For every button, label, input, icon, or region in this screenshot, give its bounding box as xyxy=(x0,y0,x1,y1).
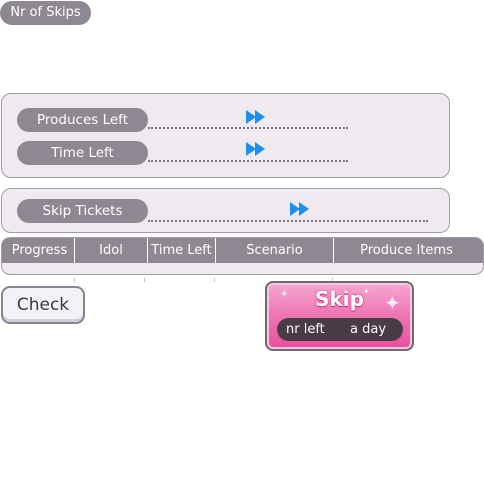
table-header-band xyxy=(2,263,483,274)
column-tick xyxy=(144,278,145,282)
column-scenario: Scenario xyxy=(246,243,303,258)
skip-button-label: Skip xyxy=(315,287,364,311)
column-time-left: Time Left xyxy=(151,243,212,258)
skip-tickets-panel: Skip Tickets xyxy=(1,188,450,233)
nr-of-skips-badge: Nr of Skips xyxy=(0,1,91,25)
produce-status-panel: Produces Left Time Left xyxy=(1,93,450,178)
column-tick xyxy=(214,278,215,282)
check-button[interactable]: Check xyxy=(1,286,85,324)
a-day-label: a day xyxy=(350,322,387,337)
column-idol: Idol xyxy=(99,243,123,258)
time-left-value-line xyxy=(148,160,348,162)
column-produce-items: Produce Items xyxy=(360,243,453,258)
skip-tickets-value-line xyxy=(148,220,428,222)
skip-tickets-label: Skip Tickets xyxy=(17,199,148,223)
fast-forward-icon[interactable] xyxy=(289,201,311,217)
fast-forward-icon[interactable] xyxy=(245,109,267,125)
column-progress: Progress xyxy=(11,243,68,258)
time-left-label: Time Left xyxy=(17,141,148,165)
produces-left-label: Produces Left xyxy=(17,108,148,132)
produces-left-value-line xyxy=(148,127,348,129)
produce-table-header: Progress Idol Time Left Scenario Produce… xyxy=(1,237,484,275)
fast-forward-icon[interactable] xyxy=(245,141,267,157)
column-tick xyxy=(74,278,75,282)
nr-left-label: nr left xyxy=(286,322,325,337)
skip-button[interactable]: ✦ ✦ ✦ Skip nr left a day xyxy=(265,281,414,351)
skip-info-pill: nr left a day xyxy=(277,318,403,341)
